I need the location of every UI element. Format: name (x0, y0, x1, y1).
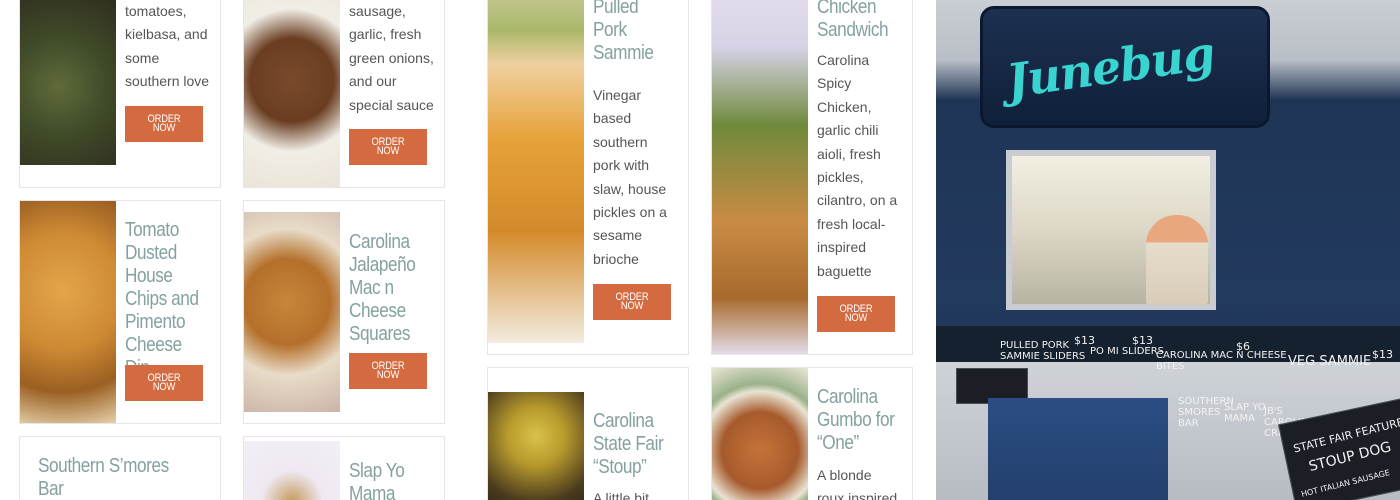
menu-card-mac: Carolina Jalapeño Mac n Cheese Squares O… (243, 200, 445, 424)
food-photo (712, 0, 808, 354)
item-title[interactable]: Carolina Gumbo for “One” (817, 386, 895, 455)
menu-card-sausage: sausage, garlic, fresh green onions, and… (243, 0, 445, 188)
food-photo (244, 441, 340, 500)
item-description: Vinegar based southern pork with slaw, h… (593, 87, 667, 267)
board-item-po-mi: PO MI SLIDERS (1090, 346, 1165, 357)
order-now-label: ORDER NOW (615, 291, 649, 312)
food-photo (20, 0, 116, 165)
food-photo (488, 392, 584, 500)
order-now-button[interactable]: ORDER NOW (593, 284, 671, 320)
order-now-button[interactable]: ORDER NOW (349, 129, 427, 165)
order-now-label: ORDER NOW (371, 136, 405, 157)
food-photo (244, 212, 340, 412)
item-description: A blonde roux inspired (817, 467, 898, 500)
menu-card-chips: Tomato Dusted House Chips and Pimento Ch… (19, 200, 221, 424)
board-price: $13 (1372, 348, 1393, 361)
board-item-mac: CAROLINA MAC N CHEESE BITES (1156, 350, 1287, 372)
item-description: Carolina Spicy Chicken, garlic chili aio… (817, 52, 898, 279)
food-photo (712, 368, 808, 500)
order-now-label: ORDER NOW (147, 113, 181, 134)
board-item-pulled-pork: PULLED PORK SAMMIE SLIDERS (1000, 340, 1086, 362)
board-price: $13 (1132, 334, 1153, 347)
order-now-label: ORDER NOW (839, 303, 873, 324)
board-item-veg: VEG SAMMIE (1288, 354, 1372, 369)
food-photo (244, 0, 340, 187)
menu-card-stoup: Carolina State Fair “Stoup” A little bit (487, 367, 689, 500)
item-description: A little bit (593, 490, 650, 500)
item-title[interactable]: Southern S’mores Bar (38, 455, 169, 500)
menu-card-chicken: Chicken Sandwich Carolina Spicy Chicken,… (711, 0, 913, 355)
food-truck-photo: Junebug PULLED PORK SAMMIE SLIDERS $13 P… (936, 0, 1400, 500)
menu-card-smores: Southern S’mores Bar (19, 436, 221, 500)
item-description: tomatoes, kielbasa, and some southern lo… (125, 3, 210, 90)
order-now-label: ORDER NOW (147, 372, 181, 393)
menu-card-slapyo: Slap Yo Mama (243, 436, 445, 500)
order-now-label: ORDER NOW (371, 360, 405, 381)
order-now-button[interactable]: ORDER NOW (125, 106, 203, 142)
item-title[interactable]: Chicken Sandwich (817, 0, 889, 42)
menu-card-pork: Carolina Pulled Pork Sammie Vinegar base… (487, 0, 689, 355)
serving-table (988, 398, 1168, 500)
item-title[interactable]: Carolina Jalapeño Mac n Cheese Squares (349, 231, 416, 346)
truck-worker (1146, 215, 1208, 305)
board-item-slap: SLAP YO MAMA (1224, 402, 1266, 424)
order-now-button[interactable]: ORDER NOW (349, 353, 427, 389)
order-now-button[interactable]: ORDER NOW (125, 365, 203, 401)
menu-card-gumbo: Carolina Gumbo for “One” A blonde roux i… (711, 367, 913, 500)
food-photo (488, 0, 584, 343)
food-photo (20, 201, 116, 423)
item-title[interactable]: Carolina State Fair “Stoup” (593, 410, 664, 479)
item-title[interactable]: Tomato Dusted House Chips and Pimento Ch… (125, 219, 207, 380)
item-title[interactable]: Slap Yo Mama (349, 460, 405, 500)
order-now-button[interactable]: ORDER NOW (817, 296, 895, 332)
menu-card-tomatoes: tomatoes, kielbasa, and some southern lo… (19, 0, 221, 188)
item-title[interactable]: Carolina Pulled Pork Sammie (593, 0, 654, 65)
board-price: $6 (1236, 340, 1250, 353)
item-description: sausage, garlic, fresh green onions, and… (349, 3, 434, 113)
